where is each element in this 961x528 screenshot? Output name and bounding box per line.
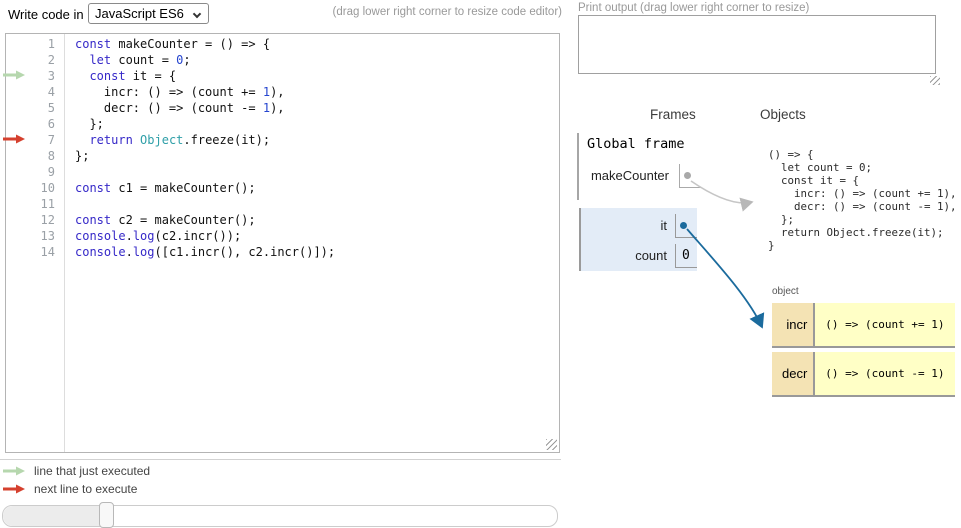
variable-value: 0 (675, 244, 697, 268)
legend-next-to-execute-label: next line to execute (34, 482, 137, 496)
code-line: let count = 0; (75, 52, 558, 68)
code-line: console.log(c2.incr()); (75, 228, 558, 244)
frames-header: Frames (650, 107, 696, 122)
global-frame: Global frame makeCounter (577, 133, 701, 200)
object-key: decr (772, 352, 815, 397)
green-arrow-icon (3, 466, 27, 476)
write-code-in-label: Write code in (8, 7, 84, 22)
code-line: }; (75, 148, 558, 164)
line-number: 5 (6, 100, 63, 116)
language-select-wrap: JavaScript ES6 (88, 3, 209, 24)
editor-resize-grip-icon[interactable] (546, 439, 557, 450)
line-just-executed-arrow-icon (3, 70, 27, 80)
next-line-arrow-icon (3, 134, 27, 144)
line-number: 12 (6, 212, 63, 228)
current-frame: it count0 (579, 208, 697, 271)
line-number: 14 (6, 244, 63, 260)
code-line: const it = { (75, 68, 558, 84)
variable-name: count (581, 244, 675, 268)
line-number: 9 (6, 164, 63, 180)
code-editor[interactable]: 1234567891011121314 const makeCounter = … (5, 33, 560, 453)
frame-variable-row: makeCounter (579, 164, 701, 188)
variable-value (675, 214, 697, 238)
it-pointer-arrow (687, 229, 762, 327)
code-line: const c2 = makeCounter(); (75, 212, 558, 228)
code-line: return Object.freeze(it); (75, 132, 558, 148)
code-line: decr: () => (count -= 1), (75, 100, 558, 116)
code-line (75, 164, 558, 180)
pointer-dot (680, 222, 687, 229)
object-entries-table: incr() => (count += 1)decr() => (count -… (772, 299, 955, 401)
code-line (75, 196, 558, 212)
code-line: }; (75, 116, 558, 132)
code-line: incr: () => (count += 1), (75, 84, 558, 100)
object-key: incr (772, 303, 815, 348)
function-object-code: () => { let count = 0; const it = { incr… (768, 148, 957, 252)
line-number: 4 (6, 84, 63, 100)
code-line: console.log([c1.incr(), c2.incr()]); (75, 244, 558, 260)
variable-value (679, 164, 701, 188)
print-output-textarea[interactable] (578, 15, 936, 74)
object-type-label: object (772, 286, 955, 297)
code-line: const makeCounter = () => { (75, 36, 558, 52)
red-arrow-icon (3, 484, 27, 494)
print-output-label: Print output (drag lower right corner to… (578, 2, 809, 14)
slider-progress-fill (3, 506, 104, 526)
line-number: 13 (6, 228, 63, 244)
object-entry-row: decr() => (count -= 1) (772, 352, 955, 397)
execution-slider-handle[interactable] (99, 502, 114, 528)
legend-just-executed-label: line that just executed (34, 464, 150, 478)
pointer-dot (684, 172, 691, 179)
line-number: 11 (6, 196, 63, 212)
line-number: 1 (6, 36, 63, 52)
code-area[interactable]: const makeCounter = () => { let count = … (65, 36, 558, 260)
line-number: 8 (6, 148, 63, 164)
language-select[interactable]: JavaScript ES6 (88, 3, 209, 24)
variable-name: makeCounter (579, 164, 679, 188)
legend-next-to-execute: next line to execute (3, 482, 137, 496)
execution-step-slider[interactable] (2, 505, 558, 527)
global-frame-title: Global frame (579, 136, 701, 152)
current-frame-variables: it count0 (581, 214, 697, 268)
code-line: const c1 = makeCounter(); (75, 180, 558, 196)
variable-name: it (581, 214, 675, 238)
line-number: 10 (6, 180, 63, 196)
object-value: () => (count -= 1) (815, 352, 954, 397)
frame-variable-row: count0 (581, 244, 697, 268)
objects-header: Objects (760, 107, 806, 122)
heap-object: object incr() => (count += 1)decr() => (… (772, 286, 955, 401)
line-number: 2 (6, 52, 63, 68)
object-value: () => (count += 1) (815, 303, 954, 348)
legend-just-executed: line that just executed (3, 464, 150, 478)
global-frame-variables: makeCounter (579, 164, 701, 188)
object-entry-row: incr() => (count += 1) (772, 303, 955, 348)
line-number: 6 (6, 116, 63, 132)
print-output-resize-grip-icon[interactable] (930, 76, 940, 85)
legend-divider (0, 459, 561, 460)
editor-resize-hint: (drag lower right corner to resize code … (300, 6, 562, 18)
frame-variable-row: it (581, 214, 697, 238)
